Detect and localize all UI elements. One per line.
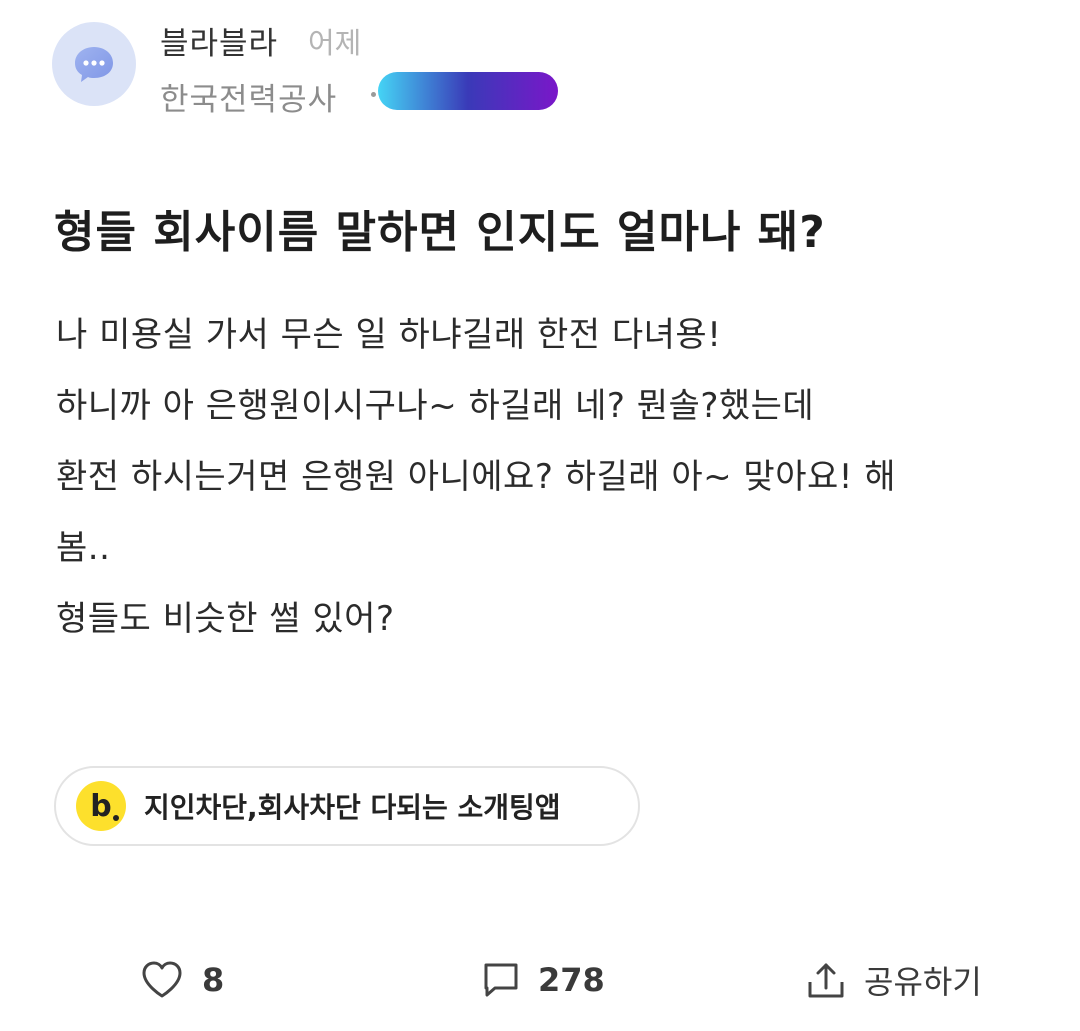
share-label: 공유하기 [864, 963, 982, 1001]
board-name[interactable]: 블라블라 [160, 18, 278, 63]
body-line: 형들도 비슷한 썰 있어? [56, 599, 395, 639]
body-line: 나 미용실 가서 무슨 일 하냐길래 한전 다녀용! [56, 315, 722, 355]
post-body: 나 미용실 가서 무슨 일 하냐길래 한전 다녀용! 하니까 아 은행원이시구나~… [56, 300, 1026, 655]
action-bar: 8 278 공유하기 [0, 950, 1080, 1020]
share-button[interactable]: 공유하기 [806, 950, 982, 1010]
chat-bubble-icon [72, 44, 116, 84]
ad-text: 지인차단,회사차단 다되는 소개팅앱 [144, 791, 561, 824]
ad-banner[interactable]: b 지인차단,회사차단 다되는 소개팅앱 [54, 766, 640, 846]
like-count: 8 [202, 961, 225, 999]
post-header: 블라블라 어제 한국전력공사 [0, 0, 1080, 130]
heart-icon [140, 960, 184, 1000]
post-time: 어제 [308, 26, 362, 60]
body-line: 봄.. [56, 528, 111, 568]
share-icon [806, 960, 846, 1000]
comment-count: 278 [538, 961, 605, 999]
company-name[interactable]: 한국전력공사 [160, 74, 337, 119]
comment-button[interactable]: 278 [482, 950, 605, 1010]
nickname-redacted-bar [378, 72, 558, 110]
avatar[interactable] [52, 22, 136, 106]
ad-logo-dot [113, 815, 119, 821]
body-line: 환전 하시는거면 은행원 아니에요? 하길래 아~ 맞아요! 해 [56, 457, 896, 497]
ad-logo-letter: b [90, 788, 112, 824]
post-title: 형들 회사이름 말하면 인지도 얼마나 돼? [54, 207, 826, 258]
body-line: 하니까 아 은행원이시구나~ 하길래 네? 뭔솔?했는데 [56, 386, 815, 426]
like-button[interactable]: 8 [140, 950, 224, 1010]
separator-dot [371, 92, 376, 97]
comment-icon [482, 961, 520, 999]
ad-logo: b [76, 781, 126, 831]
